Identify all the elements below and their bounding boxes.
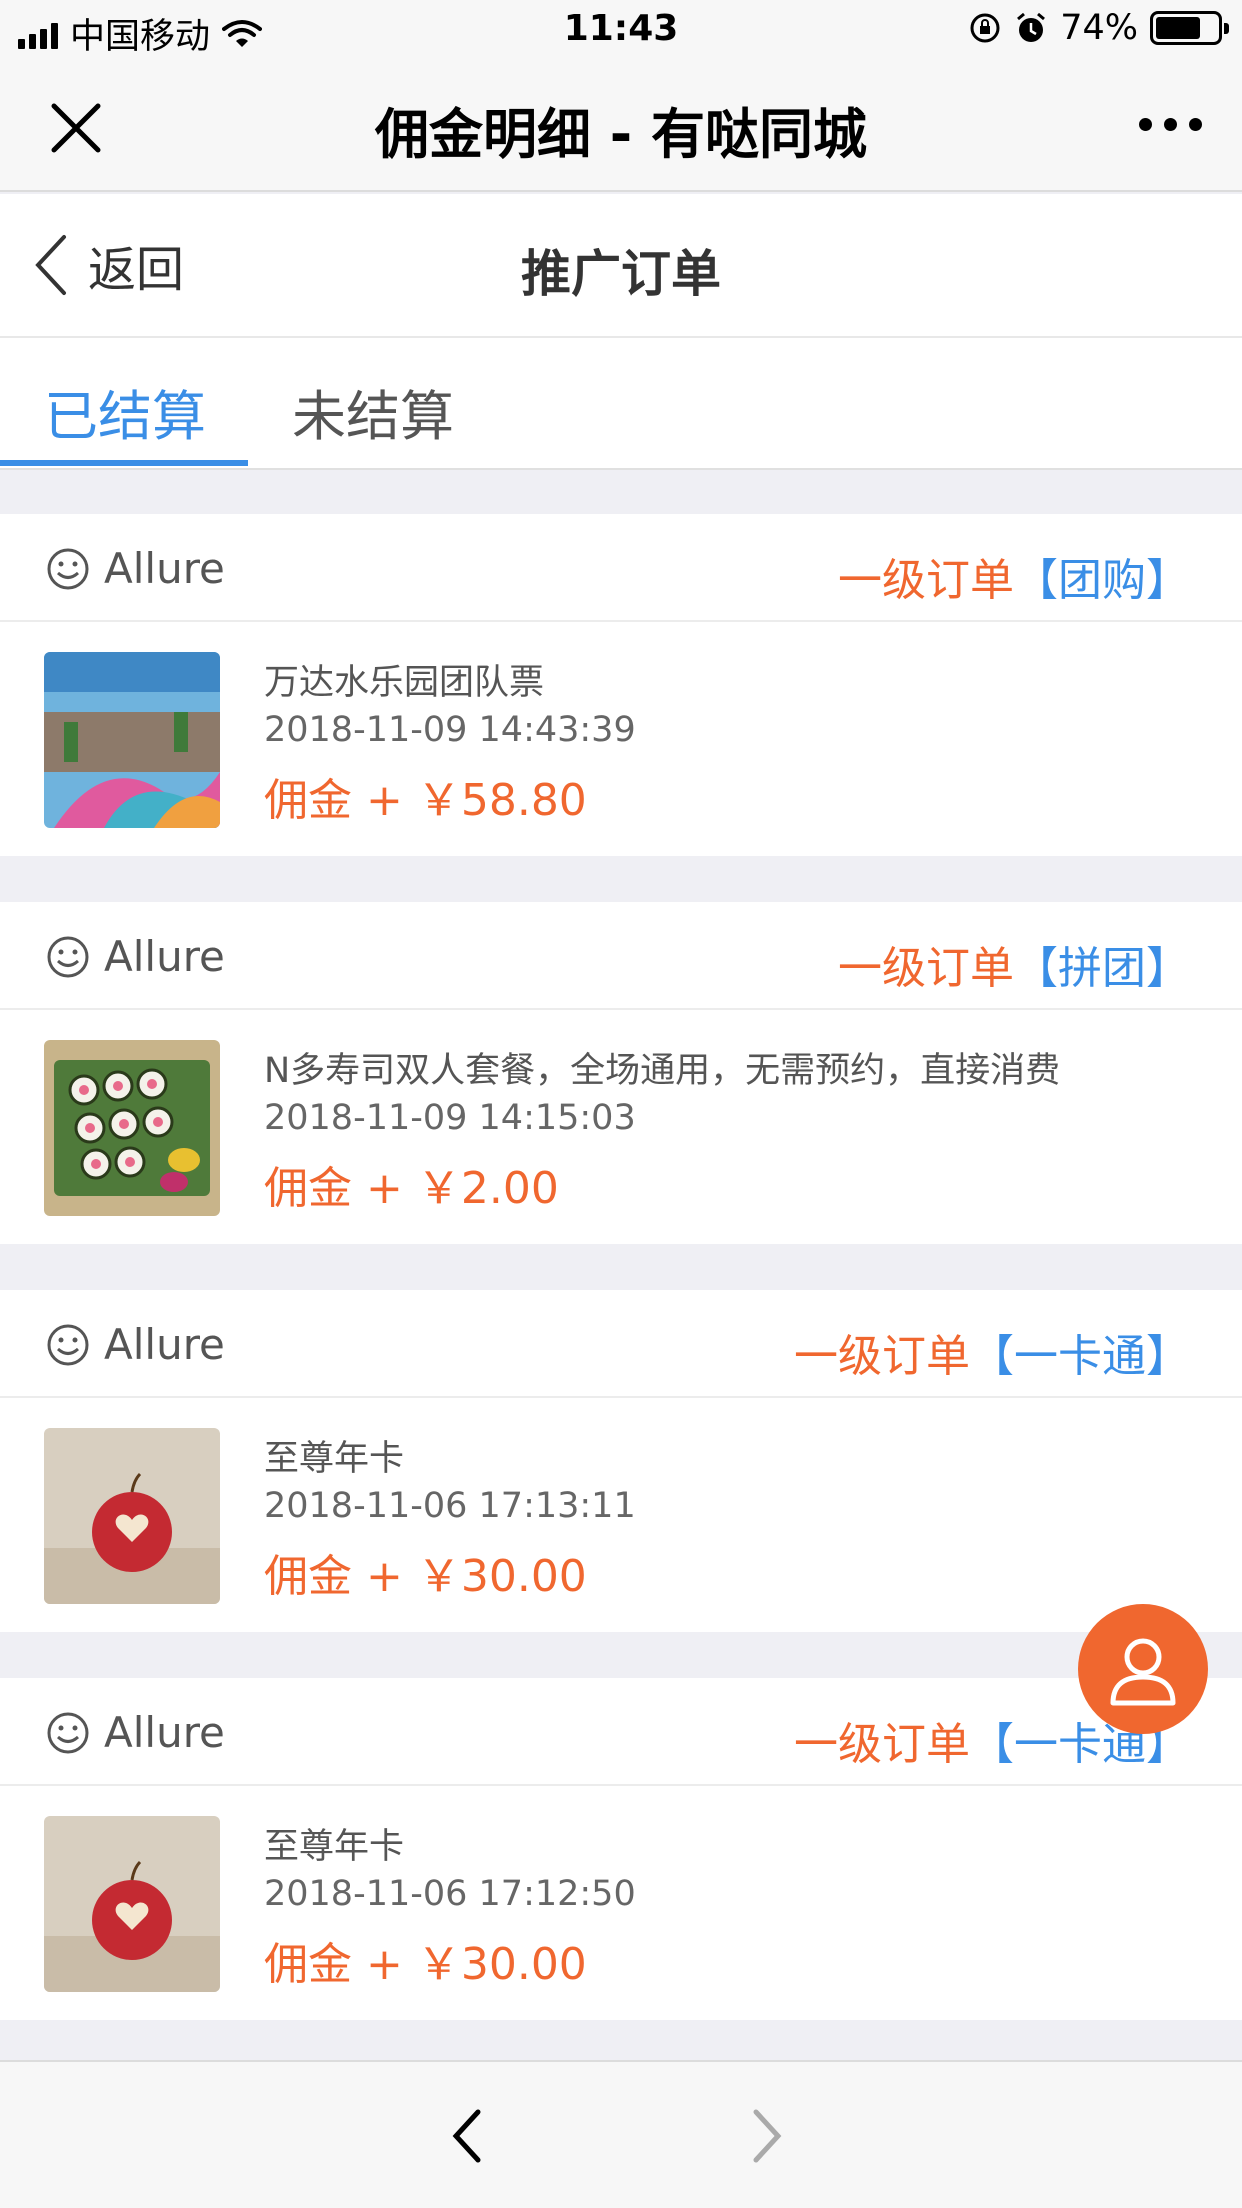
contact-fab-button[interactable] xyxy=(1078,1604,1208,1734)
order-level: 一级订单 xyxy=(794,1331,970,1382)
user-name: Allure xyxy=(104,544,225,593)
smiley-icon xyxy=(47,1712,89,1753)
tab-unsettled[interactable]: 未结算 xyxy=(292,372,454,451)
browser-bottom-bar xyxy=(0,2060,1242,2208)
rotation-lock-icon xyxy=(970,13,1000,43)
active-tab-indicator xyxy=(0,460,248,466)
tab-bar: 已结算 未结算 xyxy=(0,338,1242,470)
order-card[interactable]: Allure 一级订单【团购】 万达水乐园团队票 2018-11-09 14:4… xyxy=(0,514,1242,856)
order-category: 【团购】 xyxy=(1014,555,1190,606)
order-level: 一级订单 xyxy=(838,943,1014,994)
product-title: 至尊年卡 xyxy=(264,1439,405,1479)
order-date: 2018-11-06 17:12:50 xyxy=(264,1874,636,1914)
product-thumbnail xyxy=(44,652,220,828)
order-card[interactable]: Allure 一级订单【拼团】 N多寿司双人套餐，全场通用，无需预约，直接消费 xyxy=(0,902,1242,1244)
order-level: 一级订单 xyxy=(794,1719,970,1770)
product-thumbnail xyxy=(44,1040,220,1216)
order-card[interactable]: Allure 一级订单【一卡通】 至尊年卡 2018-11-06 17:13:1… xyxy=(0,1290,1242,1632)
product-title: N多寿司双人套餐，全场通用，无需预约，直接消费 xyxy=(264,1051,1061,1091)
more-icon[interactable] xyxy=(1139,118,1202,131)
order-date: 2018-11-09 14:43:39 xyxy=(264,710,636,750)
user-name: Allure xyxy=(104,1708,225,1757)
page-header: 返回 推广订单 xyxy=(0,194,1242,338)
product-title: 至尊年卡 xyxy=(264,1827,405,1867)
battery-icon xyxy=(1150,11,1229,45)
tab-settled[interactable]: 已结算 xyxy=(44,372,206,451)
commission-amount: 佣金 + ￥30.00 xyxy=(264,1551,587,1602)
user-name: Allure xyxy=(104,932,225,981)
user-name: Allure xyxy=(104,1320,225,1369)
alarm-icon xyxy=(1017,12,1046,42)
order-date: 2018-11-06 17:13:11 xyxy=(264,1486,636,1526)
product-title: 万达水乐园团队票 xyxy=(264,663,545,703)
chevron-left-icon[interactable] xyxy=(450,2108,484,2164)
order-type: 一级订单【一卡通】 xyxy=(794,1320,1190,1384)
battery-percent: 74% xyxy=(1060,8,1138,48)
order-category: 【一卡通】 xyxy=(970,1331,1190,1382)
order-level: 一级订单 xyxy=(838,555,1014,606)
nav-title: 佣金明细 - 有哒同城 xyxy=(374,103,867,166)
commission-amount: 佣金 + ￥2.00 xyxy=(264,1163,559,1214)
wechat-nav-bar: 佣金明细 - 有哒同城 xyxy=(0,60,1242,192)
smiley-icon xyxy=(47,548,89,589)
order-category: 【拼团】 xyxy=(1014,943,1190,994)
page-title: 推广订单 xyxy=(521,245,721,303)
order-card[interactable]: Allure 一级订单【一卡通】 至尊年卡 2018-11-06 17:12:5… xyxy=(0,1678,1242,2020)
commission-amount: 佣金 + ￥58.80 xyxy=(264,775,587,826)
product-thumbnail xyxy=(44,1816,220,1992)
product-thumbnail xyxy=(44,1428,220,1604)
smiley-icon xyxy=(47,936,89,977)
order-type: 一级订单【拼团】 xyxy=(838,932,1190,996)
status-bar: 中国移动 11:43 74% xyxy=(0,0,1242,60)
order-type: 一级订单【团购】 xyxy=(838,544,1190,608)
smiley-icon xyxy=(47,1324,89,1365)
user-icon xyxy=(1110,1638,1176,1706)
commission-amount: 佣金 + ￥30.00 xyxy=(264,1939,587,1990)
order-date: 2018-11-09 14:15:03 xyxy=(264,1098,636,1138)
chevron-right-icon[interactable] xyxy=(750,2108,784,2164)
